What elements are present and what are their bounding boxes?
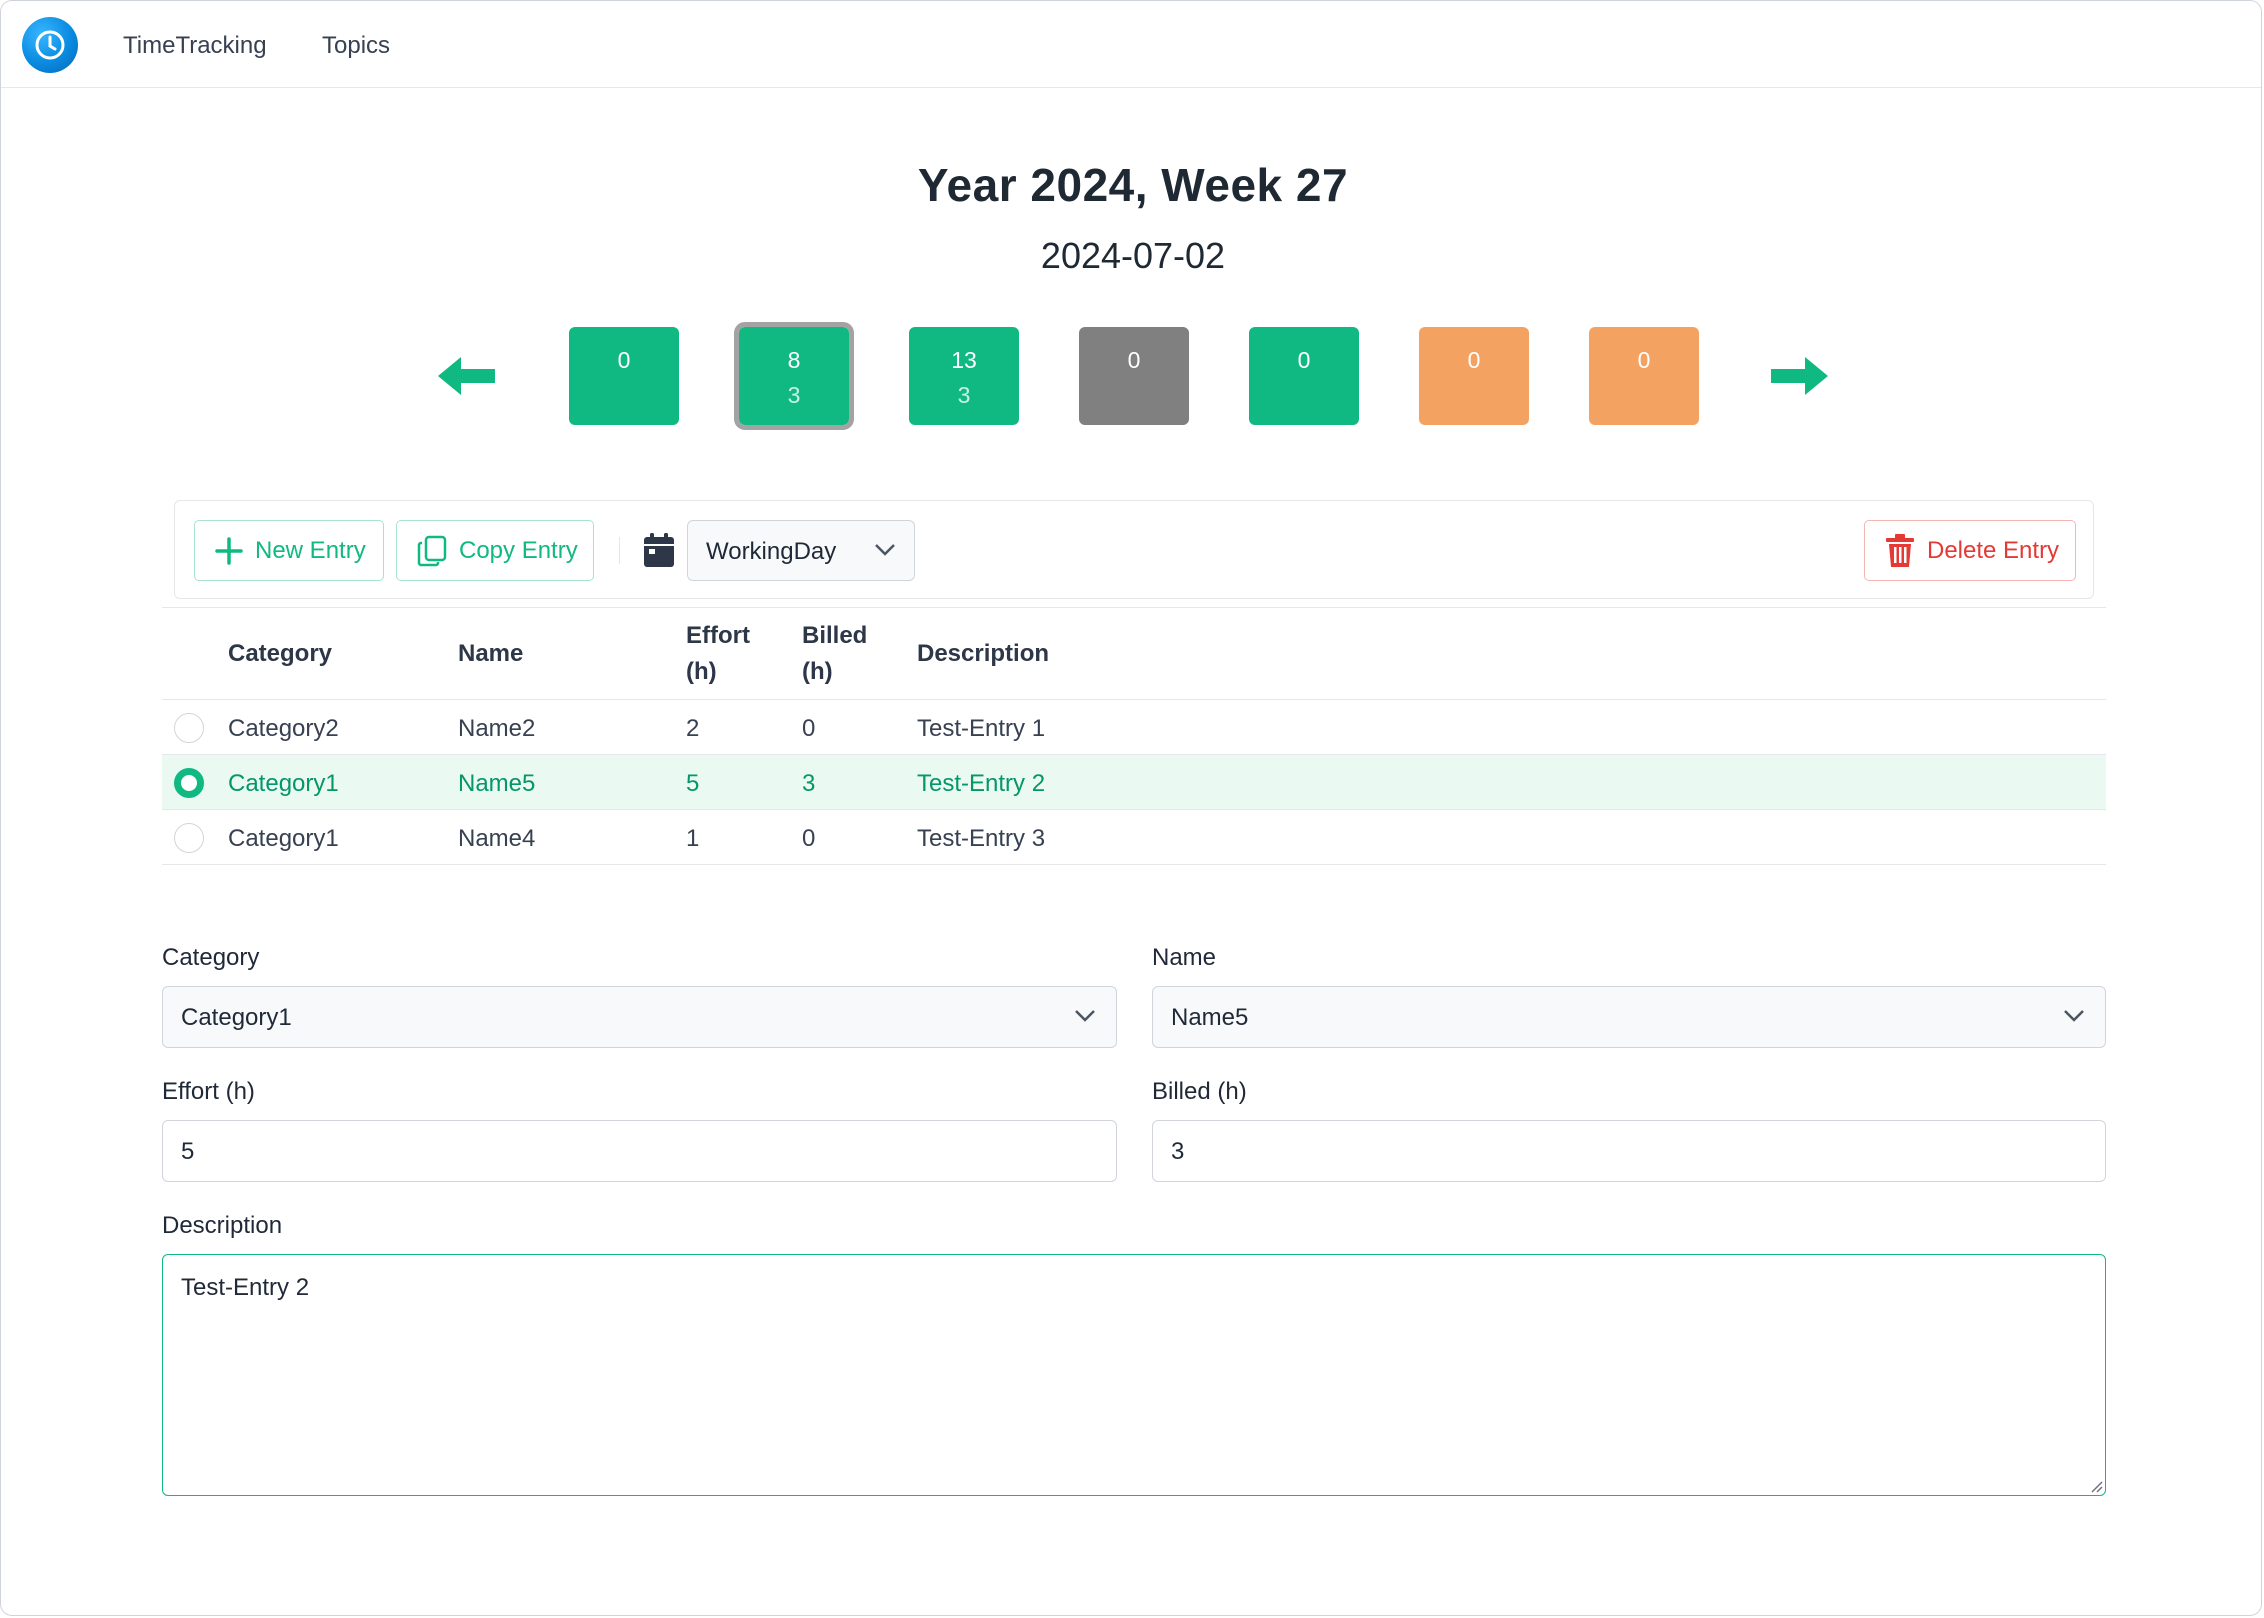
day-billed: 3: [957, 382, 971, 408]
page-title: Year 2024, Week 27: [917, 159, 1349, 211]
copy-icon: [417, 535, 447, 566]
calendar-icon: [643, 532, 675, 573]
cell-category: Category2: [228, 715, 339, 742]
day-effort: 0: [1637, 347, 1651, 373]
name-select-value: Name5: [1171, 1004, 1249, 1031]
day-type-select[interactable]: WorkingDay: [687, 520, 915, 581]
nav-link-timetracking[interactable]: TimeTracking: [123, 32, 267, 60]
day-box-4[interactable]: 0: [1079, 327, 1189, 425]
delete-entry-button[interactable]: Delete Entry: [1864, 520, 2076, 581]
cell-billed: 0: [802, 715, 816, 742]
effort-label: Effort (h): [162, 1078, 255, 1105]
previous-week-arrow-icon[interactable]: [435, 353, 497, 404]
day-effort: 0: [617, 347, 631, 373]
new-entry-label: New Entry: [255, 536, 366, 564]
day-type-value: WorkingDay: [706, 538, 837, 565]
day-effort: 13: [951, 347, 977, 373]
table-row[interactable]: Category2 Name2 2 0 Test-Entry 1: [162, 700, 2106, 755]
day-billed: 3: [787, 382, 801, 408]
plus-icon: [215, 536, 243, 565]
category-select[interactable]: Category1: [162, 986, 1117, 1048]
cell-category: Category1: [228, 825, 339, 852]
cell-description: Test-Entry 3: [917, 825, 1046, 852]
copy-entry-button[interactable]: Copy Entry: [396, 520, 594, 581]
toolbar-divider: [619, 537, 620, 564]
column-header-category: Category: [228, 640, 333, 667]
name-select[interactable]: Name5: [1152, 986, 2106, 1048]
day-box-3[interactable]: 13 3: [909, 327, 1019, 425]
day-effort: 8: [787, 347, 801, 373]
category-label: Category: [162, 944, 260, 971]
day-box-1[interactable]: 0: [569, 327, 679, 425]
row-radio-checked[interactable]: [174, 768, 204, 798]
cell-category: Category1: [228, 770, 339, 797]
column-header-description: Description: [917, 640, 1050, 667]
billed-input-value: 3: [1171, 1138, 1185, 1165]
resize-handle-icon[interactable]: [2089, 1479, 2103, 1493]
table-row-selected[interactable]: Category1 Name5 5 3 Test-Entry 2: [162, 755, 2106, 810]
day-box-6[interactable]: 0: [1419, 327, 1529, 425]
chevron-down-icon: [2064, 1010, 2084, 1022]
day-effort: 0: [1467, 347, 1481, 373]
copy-entry-label: Copy Entry: [459, 536, 578, 564]
day-box-5[interactable]: 0: [1249, 327, 1359, 425]
day-box-2[interactable]: 8 3: [734, 322, 854, 430]
effort-input[interactable]: 5: [162, 1120, 1117, 1182]
delete-entry-label: Delete Entry: [1927, 536, 2060, 564]
clock-logo-icon[interactable]: [22, 17, 78, 73]
name-label: Name: [1152, 944, 1217, 971]
trash-icon: [1886, 533, 1914, 567]
category-select-value: Category1: [181, 1004, 292, 1031]
cell-effort: 1: [686, 825, 700, 852]
billed-label: Billed (h): [1152, 1078, 1247, 1105]
table-row[interactable]: Category1 Name4 1 0 Test-Entry 3: [162, 810, 2106, 865]
row-radio[interactable]: [174, 713, 204, 743]
column-header-effort: Effort (h): [686, 622, 750, 685]
description-label: Description: [162, 1212, 283, 1239]
cell-effort: 2: [686, 715, 700, 742]
day-effort: 0: [1127, 347, 1141, 373]
cell-billed: 3: [802, 770, 816, 797]
cell-effort: 5: [686, 770, 700, 797]
app-window: TimeTracking Topics Year 2024, Week 27 2…: [0, 0, 2262, 1616]
day-effort: 0: [1297, 347, 1311, 373]
chevron-down-icon: [1075, 1010, 1095, 1022]
cell-name: Name4: [458, 825, 536, 852]
cell-description: Test-Entry 1: [917, 715, 1046, 742]
row-radio[interactable]: [174, 823, 204, 853]
day-box-7[interactable]: 0: [1589, 327, 1699, 425]
cell-name: Name5: [458, 770, 536, 797]
chevron-down-icon: [875, 544, 895, 556]
nav-link-topics[interactable]: Topics: [322, 32, 390, 60]
cell-description: Test-Entry 2: [917, 770, 1046, 797]
new-entry-button[interactable]: New Entry: [194, 520, 384, 581]
description-textarea[interactable]: Test-Entry 2: [162, 1254, 2106, 1496]
column-header-billed: Billed (h): [802, 622, 868, 685]
selected-date: 2024-07-02: [1040, 235, 1226, 276]
entry-toolbar: New Entry Copy Entry WorkingDay Delete E…: [174, 500, 2094, 599]
cell-name: Name2: [458, 715, 536, 742]
table-header: Category Name Effort (h) Billed (h) Desc…: [162, 607, 2106, 700]
cell-billed: 0: [802, 825, 816, 852]
description-textarea-value: Test-Entry 2: [181, 1274, 310, 1301]
next-week-arrow-icon[interactable]: [1769, 353, 1831, 404]
column-header-name: Name: [458, 640, 524, 667]
effort-input-value: 5: [181, 1138, 195, 1165]
billed-input[interactable]: 3: [1152, 1120, 2106, 1182]
top-navbar: TimeTracking Topics: [1, 1, 2261, 88]
